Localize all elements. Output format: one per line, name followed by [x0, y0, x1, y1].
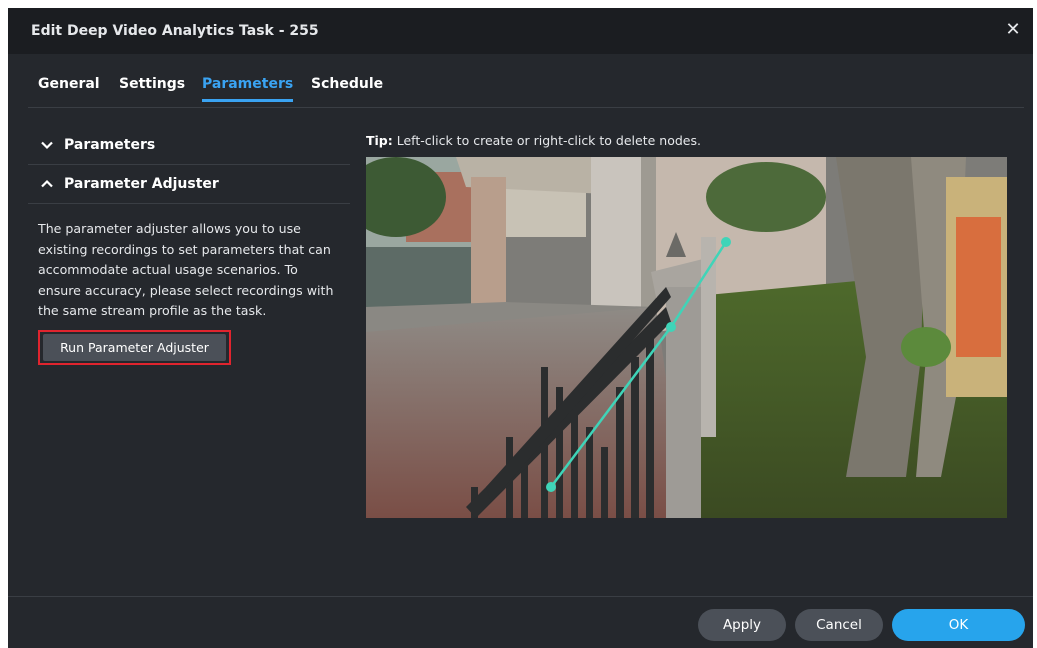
dialog-footer: Apply Cancel OK	[8, 596, 1033, 648]
tip-message: Left-click to create or right-click to d…	[396, 133, 701, 148]
line-node[interactable]	[721, 237, 731, 247]
tab-bar: General Settings Parameters Schedule	[28, 54, 1024, 108]
edit-task-dialog: Edit Deep Video Analytics Task - 255 ✕ G…	[8, 8, 1033, 648]
close-icon[interactable]: ✕	[1003, 20, 1023, 40]
adjuster-description: The parameter adjuster allows you to use…	[38, 221, 334, 318]
tab-general[interactable]: General	[38, 76, 100, 102]
video-preview[interactable]	[366, 157, 1007, 518]
tab-settings[interactable]: Settings	[119, 76, 185, 102]
tab-parameters[interactable]: Parameters	[202, 76, 294, 102]
tip-text: Tip: Left-click to create or right-click…	[366, 133, 701, 148]
tab-schedule[interactable]: Schedule	[311, 76, 383, 102]
parameter-adjuster-section-header[interactable]: Parameter Adjuster	[28, 165, 350, 204]
apply-button[interactable]: Apply	[698, 609, 786, 641]
chevron-up-icon	[41, 179, 53, 188]
title-bar: Edit Deep Video Analytics Task - 255 ✕	[8, 8, 1033, 54]
dialog-title: Edit Deep Video Analytics Task - 255	[31, 23, 319, 39]
parameters-section-label: Parameters	[64, 137, 156, 153]
cancel-button[interactable]: Cancel	[795, 609, 883, 641]
line-node[interactable]	[666, 322, 676, 332]
run-button-highlight: Run Parameter Adjuster	[38, 330, 231, 365]
parameter-adjuster-section-label: Parameter Adjuster	[64, 176, 219, 192]
run-parameter-adjuster-button[interactable]: Run Parameter Adjuster	[43, 334, 226, 361]
camera-snapshot	[366, 157, 1007, 518]
chevron-down-icon	[41, 141, 53, 150]
ok-button[interactable]: OK	[892, 609, 1025, 641]
parameters-section-header[interactable]: Parameters	[28, 126, 350, 165]
line-node[interactable]	[546, 482, 556, 492]
tip-label: Tip:	[366, 133, 393, 148]
left-panel: Parameters Parameter Adjuster The parame…	[28, 126, 350, 365]
